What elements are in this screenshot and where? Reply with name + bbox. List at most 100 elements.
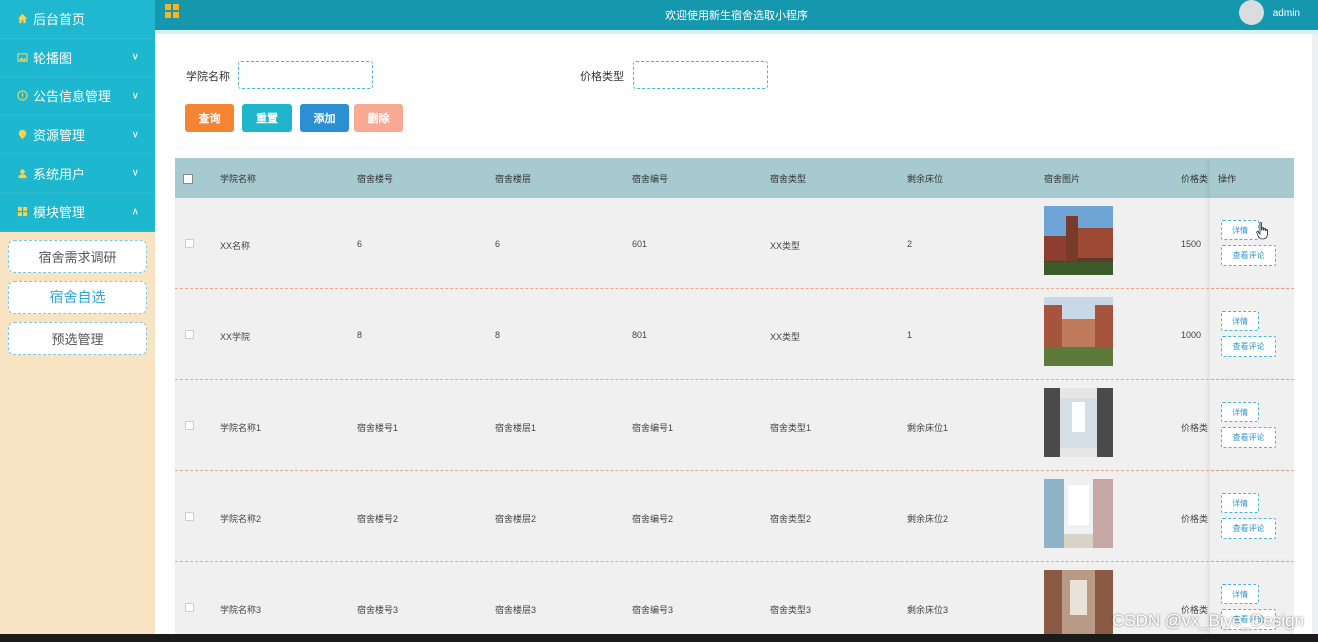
column-header: 宿舍楼号 — [357, 174, 394, 184]
column-header: 剩余床位 — [907, 174, 944, 184]
column-header: 宿舍类型 — [770, 174, 807, 184]
row-checkbox[interactable] — [185, 239, 194, 248]
row-actions: 详情 查看评论 — [1210, 471, 1294, 561]
reset-button[interactable]: 重置 — [242, 104, 292, 132]
cell-beds: 剩余床位3 — [907, 605, 949, 615]
dorm-photo[interactable] — [1044, 479, 1113, 548]
column-header: 宿舍楼层 — [495, 174, 532, 184]
cell-building: 8 — [357, 330, 363, 340]
cell-price: 价格类 — [1181, 514, 1209, 524]
table-header: 学院名称 宿舍楼号 宿舍楼层 宿舍编号 宿舍类型 剩余床位 宿舍图片 价格类 操… — [175, 158, 1294, 198]
table-row: XX名称 6 6 601 XX类型 2 1500 详情 查看评论 — [175, 198, 1294, 289]
detail-button[interactable]: 详情 — [1221, 402, 1259, 422]
delete-button[interactable]: 删除 — [354, 104, 403, 132]
cell-building: 宿舍楼号1 — [357, 423, 399, 433]
table-row: 学院名称2 宿舍楼号2 宿舍楼层2 宿舍编号2 宿舍类型2 剩余床位2 价格类 … — [175, 471, 1294, 562]
cell-college: XX名称 — [220, 241, 251, 251]
dorm-table: 学院名称 宿舍楼号 宿舍楼层 宿舍编号 宿舍类型 剩余床位 宿舍图片 价格类 操… — [175, 158, 1294, 634]
home-icon — [16, 13, 28, 25]
chevron-down-icon: ∨ — [131, 90, 139, 102]
cell-college: XX学院 — [220, 332, 251, 342]
sidebar-item-carousel[interactable]: 轮播图 ∨ — [0, 39, 155, 78]
sidebar-item-label: 公告信息管理 — [33, 89, 112, 105]
cell-floor: 8 — [495, 330, 501, 340]
view-reviews-button[interactable]: 查看评论 — [1221, 245, 1276, 266]
row-actions: 详情 查看评论 — [1210, 289, 1294, 379]
cell-college: 学院名称2 — [220, 514, 262, 524]
main-content: 学院名称 价格类型 查询 重置 添加 删除 学院名称 宿舍楼号 宿舍楼层 宿舍编… — [155, 34, 1312, 634]
cell-building: 宿舍楼号2 — [357, 514, 399, 524]
row-checkbox[interactable] — [185, 330, 194, 339]
select-all-checkbox[interactable] — [183, 174, 193, 184]
user-name[interactable]: admin — [1273, 8, 1300, 19]
dorm-photo[interactable] — [1044, 297, 1113, 366]
row-checkbox[interactable] — [185, 603, 194, 612]
query-button[interactable]: 查询 — [185, 104, 234, 132]
chevron-down-icon: ∨ — [131, 51, 139, 63]
cell-beds: 剩余床位1 — [907, 423, 949, 433]
search-bar: 学院名称 价格类型 — [155, 61, 1312, 89]
cell-building: 6 — [357, 239, 363, 249]
info-icon — [16, 90, 28, 102]
taskbar-strip — [0, 634, 1318, 642]
sidebar-item-resource[interactable]: 资源管理 ∨ — [0, 116, 155, 155]
detail-button[interactable]: 详情 — [1221, 311, 1259, 331]
hand-cursor-icon — [1256, 222, 1268, 240]
sidebar-item-home[interactable]: 后台首页 — [0, 0, 155, 39]
cell-price: 价格类 — [1181, 423, 1209, 433]
cell-beds: 2 — [907, 239, 913, 249]
detail-button[interactable]: 详情 — [1221, 493, 1259, 513]
sidebar-item-notice[interactable]: 公告信息管理 ∨ — [0, 77, 155, 116]
table-row: XX学院 8 8 801 XX类型 1 1000 详情 查看评论 — [175, 289, 1294, 380]
chevron-up-icon: ∧ — [131, 206, 139, 218]
column-header: 宿舍编号 — [632, 174, 669, 184]
cell-type: XX类型 — [770, 332, 801, 342]
detail-button[interactable]: 详情 — [1221, 584, 1259, 604]
dorm-photo[interactable] — [1044, 388, 1113, 457]
dorm-photo[interactable] — [1044, 206, 1113, 275]
avatar[interactable] — [1239, 0, 1264, 25]
column-header: 宿舍图片 — [1044, 174, 1081, 184]
chevron-down-icon: ∨ — [131, 167, 139, 179]
cell-floor: 宿舍楼层2 — [495, 514, 537, 524]
header-title: 欢迎使用新生宿舍选取小程序 — [665, 10, 808, 22]
sidebar-item-label: 模块管理 — [33, 205, 86, 221]
view-reviews-button[interactable]: 查看评论 — [1221, 518, 1276, 539]
top-header: 欢迎使用新生宿舍选取小程序 admin — [155, 0, 1318, 30]
user-icon — [16, 167, 28, 179]
grid-icon — [16, 206, 28, 218]
cell-college: 学院名称1 — [220, 423, 262, 433]
cell-room: 801 — [632, 330, 648, 340]
price-type-input[interactable] — [633, 61, 768, 89]
submenu-item-survey[interactable]: 宿舍需求调研 — [8, 239, 147, 273]
sidebar-item-label: 后台首页 — [33, 12, 86, 28]
add-button[interactable]: 添加 — [300, 104, 349, 132]
dorm-photo[interactable] — [1044, 570, 1113, 634]
cell-room: 宿舍编号1 — [632, 423, 674, 433]
table-row: 学院名称1 宿舍楼号1 宿舍楼层1 宿舍编号1 宿舍类型1 剩余床位1 价格类 … — [175, 380, 1294, 471]
cell-type: 宿舍类型1 — [770, 423, 812, 433]
row-checkbox[interactable] — [185, 512, 194, 521]
row-checkbox[interactable] — [185, 421, 194, 430]
view-reviews-button[interactable]: 查看评论 — [1221, 336, 1276, 357]
sidebar-item-modules[interactable]: 模块管理 ∧ — [0, 193, 155, 232]
sidebar-item-label: 轮播图 — [33, 50, 73, 66]
pin-icon — [16, 129, 28, 141]
chevron-down-icon: ∨ — [131, 129, 139, 141]
cell-type: XX类型 — [770, 241, 801, 251]
sidebar-menu: 后台首页 轮播图 ∨ 公告信息管理 ∨ 资源管理 ∨ 系统用户 ∨ 模块管理 ∧ — [0, 0, 155, 232]
cell-building: 宿舍楼号3 — [357, 605, 399, 615]
sidebar-submenu: 宿舍需求调研 宿舍自选 预选管理 — [0, 232, 155, 355]
ops-column-header: 操作 — [1210, 158, 1294, 198]
price-type-label: 价格类型 — [580, 71, 624, 83]
cell-type: 宿舍类型2 — [770, 514, 812, 524]
watermark: CSDN @vx_Biye_Design — [1111, 611, 1304, 630]
column-header: 学院名称 — [220, 174, 257, 184]
submenu-item-self-select[interactable]: 宿舍自选 — [8, 280, 147, 314]
sidebar: 后台首页 轮播图 ∨ 公告信息管理 ∨ 资源管理 ∨ 系统用户 ∨ 模块管理 ∧… — [0, 0, 155, 642]
detail-button[interactable]: 详情 — [1221, 220, 1259, 240]
college-name-input[interactable] — [238, 61, 373, 89]
submenu-item-preselect[interactable]: 预选管理 — [8, 321, 147, 355]
sidebar-item-users[interactable]: 系统用户 ∨ — [0, 154, 155, 193]
view-reviews-button[interactable]: 查看评论 — [1221, 427, 1276, 448]
